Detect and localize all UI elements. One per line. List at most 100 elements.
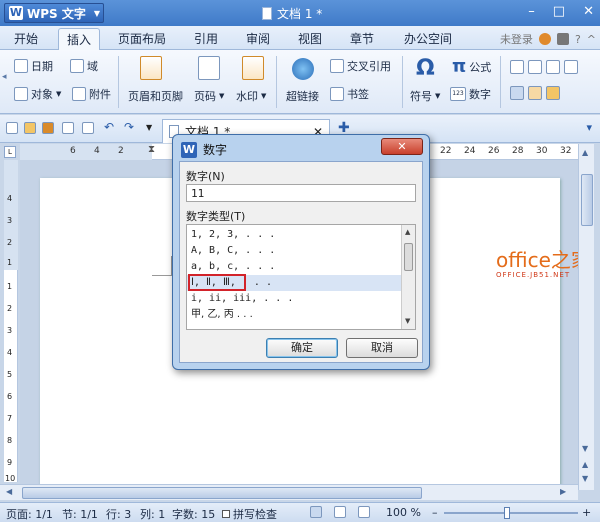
next-page-icon[interactable]: ▼ [582,474,588,483]
scroll-down-icon[interactable]: ▼ [582,444,588,453]
symbol-button[interactable]: Ω [416,58,435,80]
ruler-number: 3 [7,216,13,225]
ruler-number: 32 [560,146,572,156]
chevron-down-icon[interactable]: ▼ [146,123,152,132]
page-number-button[interactable] [198,56,220,80]
status-word-count[interactable]: 字数: 15 [172,506,215,522]
list-item[interactable]: a, b, c, . . . [191,259,401,275]
header-footer-icon [140,56,162,80]
ribbon-left-arrow[interactable]: ◂ [2,72,7,82]
minimize-icon[interactable]: – [528,4,535,19]
watermark-button[interactable] [242,56,264,80]
lock-icon[interactable] [546,86,560,100]
zoom-slider-thumb[interactable] [504,507,510,519]
date-button[interactable]: 日期 [14,58,53,74]
list-item-selected[interactable]: Ⅰ, Ⅱ, Ⅲ, . . . [187,274,401,291]
list-item[interactable]: 1, 2, 3, . . . [191,227,401,243]
ok-button[interactable]: 确定 [266,338,338,358]
horizontal-scrollbar[interactable]: ◀ ▶ [0,484,578,500]
calendar-icon [14,59,28,73]
open-folder-icon[interactable] [24,122,36,134]
scroll-up-icon[interactable]: ▲ [405,228,410,236]
tab-view[interactable]: 视图 [298,30,322,47]
chevron-down-icon: ▼ [219,92,225,100]
wps-logo-icon: W [9,6,23,20]
redo-icon[interactable]: ↷ [124,120,134,134]
chevron-up-icon[interactable]: ^ [587,33,596,46]
hyperlink-button[interactable] [292,58,314,80]
header-footer-button[interactable] [140,56,162,80]
page-view-icon[interactable] [310,506,322,518]
checkbox-icon[interactable] [528,60,542,74]
vertical-scrollbar[interactable]: ▲ ▼ ▲ ▼ [578,144,594,490]
web-view-icon[interactable] [358,506,370,518]
tab-office-space[interactable]: 办公空间 [404,30,452,47]
maximize-icon[interactable]: □ [553,4,565,19]
scroll-left-icon[interactable]: ◀ [6,487,12,496]
zoom-slider-track[interactable] [444,512,578,514]
scroll-down-icon[interactable]: ▼ [405,317,410,325]
number-type-label: 数字类型(T) [186,210,246,223]
hyperlink-label: 超链接 [286,90,319,103]
field-button[interactable]: 域 [70,58,98,74]
tab-stop-icon[interactable]: L [4,146,16,158]
save-icon[interactable] [42,122,54,134]
scrollbar-thumb[interactable] [581,174,593,226]
list-item[interactable]: i, ii, iii, . . . [191,291,401,307]
print-icon[interactable] [62,122,74,134]
omega-icon: Ω [416,56,435,81]
print-preview-icon[interactable] [82,122,94,134]
tab-insert[interactable]: 插入 [58,28,101,50]
design-mode-icon[interactable] [510,86,524,100]
tab-options-icon[interactable]: ▾ [586,121,592,134]
help-icon[interactable]: ? [575,33,581,46]
tab-references[interactable]: 引用 [194,30,218,47]
list-item[interactable]: 甲, 乙, 丙 . . . [191,307,401,323]
form-field-icon[interactable] [546,60,560,74]
skin-icon[interactable] [538,33,551,45]
tab-home[interactable]: 开始 [14,30,38,47]
textbox-icon[interactable] [510,60,524,74]
formula-button[interactable]: π 公式 [452,56,491,77]
bookmark-button[interactable]: 书签 [330,86,369,102]
number-type-list[interactable]: 1, 2, 3, . . . A, B, C, . . . a, b, c, .… [186,224,416,330]
close-icon[interactable]: ✕ [583,4,594,19]
shirt-icon[interactable] [556,33,569,45]
cross-reference-button[interactable]: 交叉引用 [330,58,391,74]
spellcheck-toggle[interactable]: 拼写检查 [222,506,277,522]
tab-review[interactable]: 审阅 [246,30,270,47]
outline-view-icon[interactable] [334,506,346,518]
dialog-title-bar[interactable]: W 数字 [181,141,227,158]
scroll-right-icon[interactable]: ▶ [560,487,566,496]
header-footer-label: 页眉和页脚 [128,90,183,103]
new-doc-icon[interactable] [6,122,18,134]
tab-section[interactable]: 章节 [350,30,374,47]
menu-bar: 开始 插入 页面布局 引用 审阅 视图 章节 办公空间 未登录 ? ^ [0,26,600,50]
ruler-number: 7 [7,414,13,423]
object-button[interactable]: 对象 ▼ [14,86,61,102]
tab-page-layout[interactable]: 页面布局 [118,30,166,47]
zoom-level[interactable]: 100 % [386,506,421,519]
cancel-button[interactable]: 取消 [346,338,418,358]
dialog-close-button[interactable]: ✕ [381,138,423,155]
grid-icon[interactable] [564,60,578,74]
watermark-label-group[interactable]: 水印 ▼ [236,88,266,104]
number-input[interactable]: 11 [186,184,416,202]
login-link[interactable]: 未登录 [500,31,533,47]
zoom-out-icon[interactable]: – [432,506,438,519]
page-number-label-group[interactable]: 页码 ▼ [194,88,224,104]
indent-marker-icon[interactable]: ⧗ [148,144,155,155]
app-menu-button[interactable]: W WPS 文字 ▼ [4,3,104,23]
scrollbar-thumb[interactable] [22,487,422,499]
undo-icon[interactable]: ↶ [104,120,114,134]
prev-page-icon[interactable]: ▲ [582,460,588,469]
scrollbar-thumb[interactable] [404,243,413,271]
attachment-button[interactable]: 附件 [72,86,111,102]
number-button[interactable]: 123 数字 [450,86,491,102]
symbol-label-group[interactable]: 符号 ▼ [410,88,440,104]
list-item[interactable]: A, B, C, . . . [191,243,401,259]
eraser-icon[interactable] [528,86,542,100]
scroll-up-icon[interactable]: ▲ [582,148,588,157]
zoom-in-icon[interactable]: + [582,506,591,519]
list-scrollbar[interactable]: ▲ ▼ [401,225,415,329]
